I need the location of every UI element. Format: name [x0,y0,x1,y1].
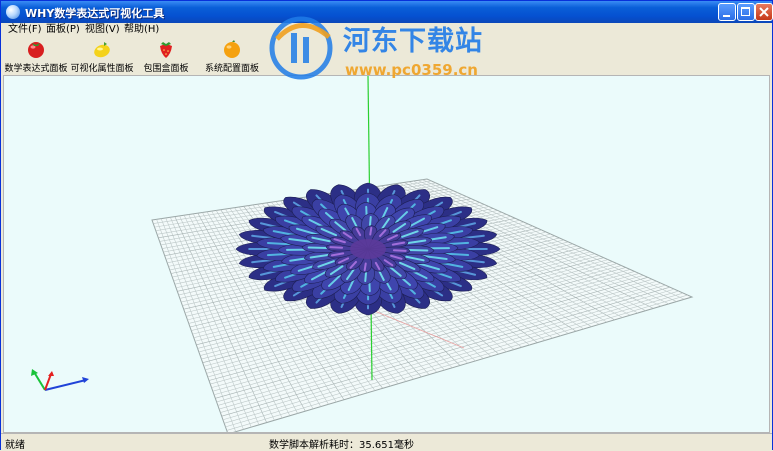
status-ready: 就绪 [5,436,25,451]
visual-property-panel-button[interactable]: 可视化属性面板 [69,37,135,75]
menu-view[interactable]: 视图(V) [85,23,120,37]
menu-help[interactable]: 帮助(H) [124,23,159,37]
scene-svg [4,76,770,433]
tomato-icon [26,39,46,59]
minimize-icon [723,15,730,17]
menu-file[interactable]: 文件(F) [8,23,42,37]
maximize-button[interactable] [737,3,755,21]
axis-gizmo [31,369,89,390]
minimize-button[interactable] [718,3,736,21]
status-parse-time: 数学脚本解析耗时：35.651毫秒 [269,436,414,451]
close-icon [756,4,772,20]
tool-label: 系统配置面板 [202,61,262,74]
app-icon[interactable] [6,5,20,19]
status-bar: 就绪 数学脚本解析耗时：35.651毫秒 [1,433,772,450]
flower-core [350,239,386,259]
3d-viewport[interactable] [3,75,770,433]
bounding-box-panel-button[interactable]: 包围盒面板 [139,37,193,75]
watermark-url: www.pc0359.cn [345,61,478,79]
strawberry-icon [156,39,176,59]
petal-highlight [365,264,366,271]
app-window: WHY数学表达式可视化工具 文件(F) 面板(P) 视图(V) 帮助(H) 数学… [0,0,773,450]
math-expression-panel-button[interactable]: 数学表达式面板 [4,37,68,75]
system-config-panel-button[interactable]: 系统配置面板 [202,37,262,75]
orange-icon [222,39,242,59]
window-title: WHY数学表达式可视化工具 [25,5,164,21]
menu-panel[interactable]: 面板(P) [46,23,80,37]
petal-highlight [370,217,371,227]
maximize-icon [741,7,750,16]
petal-highlight [370,228,371,235]
tool-label: 数学表达式面板 [4,61,68,74]
petal-highlight [365,271,366,281]
tool-label: 包围盒面板 [139,61,193,74]
petal-highlight [330,247,342,248]
watermark-title: 河东下载站 [343,19,483,58]
close-button[interactable] [755,3,773,21]
petal-highlight [394,250,406,251]
lemon-icon [92,39,112,59]
tool-label: 可视化属性面板 [69,61,135,74]
watermark-logo [263,15,337,81]
